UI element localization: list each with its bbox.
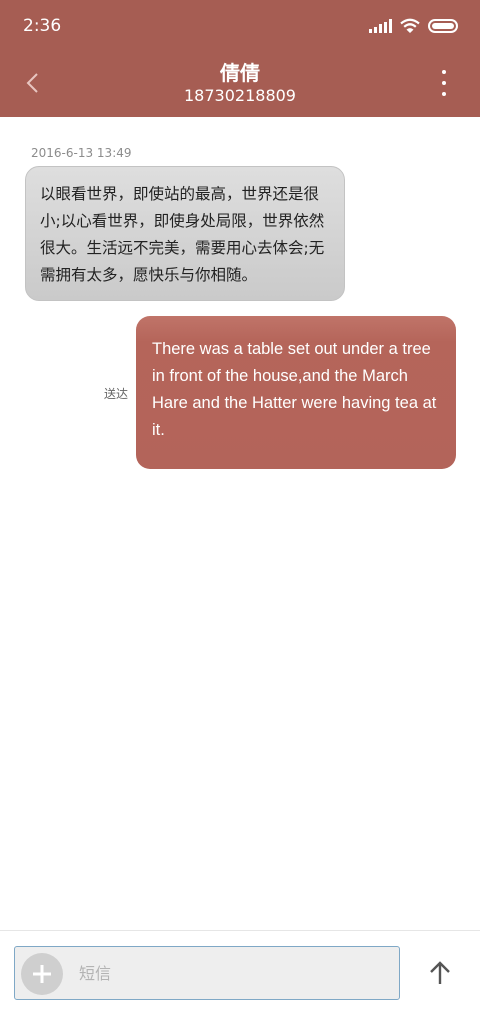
outgoing-message-bubble[interactable]: There was a table set out under a tree i… <box>136 316 456 469</box>
sms-input[interactable] <box>79 947 379 999</box>
signal-icon <box>369 19 392 33</box>
chevron-left-icon <box>26 73 38 93</box>
plus-icon <box>33 965 51 983</box>
message-timestamp: 2016-6-13 13:49 <box>31 146 132 160</box>
arrow-up-icon <box>430 961 450 984</box>
composer-bar <box>0 930 480 1013</box>
more-options-button[interactable] <box>434 70 454 96</box>
incoming-message-bubble[interactable]: 以眼看世界，即使站的最高，世界还是很小;以心看世界，即使身处局限，世界依然很大。… <box>25 166 345 301</box>
contact-number: 18730218809 <box>184 86 296 105</box>
contact-name: 倩倩 <box>220 61 260 85</box>
battery-icon <box>428 19 458 33</box>
delivery-status: 送达 <box>104 387 129 401</box>
status-time: 2:36 <box>23 16 62 36</box>
status-bar: 2:36 <box>0 0 480 52</box>
message-text: There was a table set out under a tree i… <box>152 340 437 439</box>
app-header: 2:36 倩倩 18730218809 <box>0 0 480 117</box>
message-text: 以眼看世界，即使站的最高，世界还是很小;以心看世界，即使身处局限，世界依然很大。… <box>40 185 325 284</box>
wifi-icon <box>400 18 420 33</box>
more-vertical-icon <box>442 70 446 74</box>
back-button[interactable] <box>18 66 46 100</box>
send-button[interactable] <box>422 955 458 991</box>
conversation-title: 倩倩 18730218809 <box>90 60 390 106</box>
status-icons <box>369 16 458 36</box>
add-attachment-button[interactable] <box>21 953 63 995</box>
message-input-box <box>14 946 400 1000</box>
